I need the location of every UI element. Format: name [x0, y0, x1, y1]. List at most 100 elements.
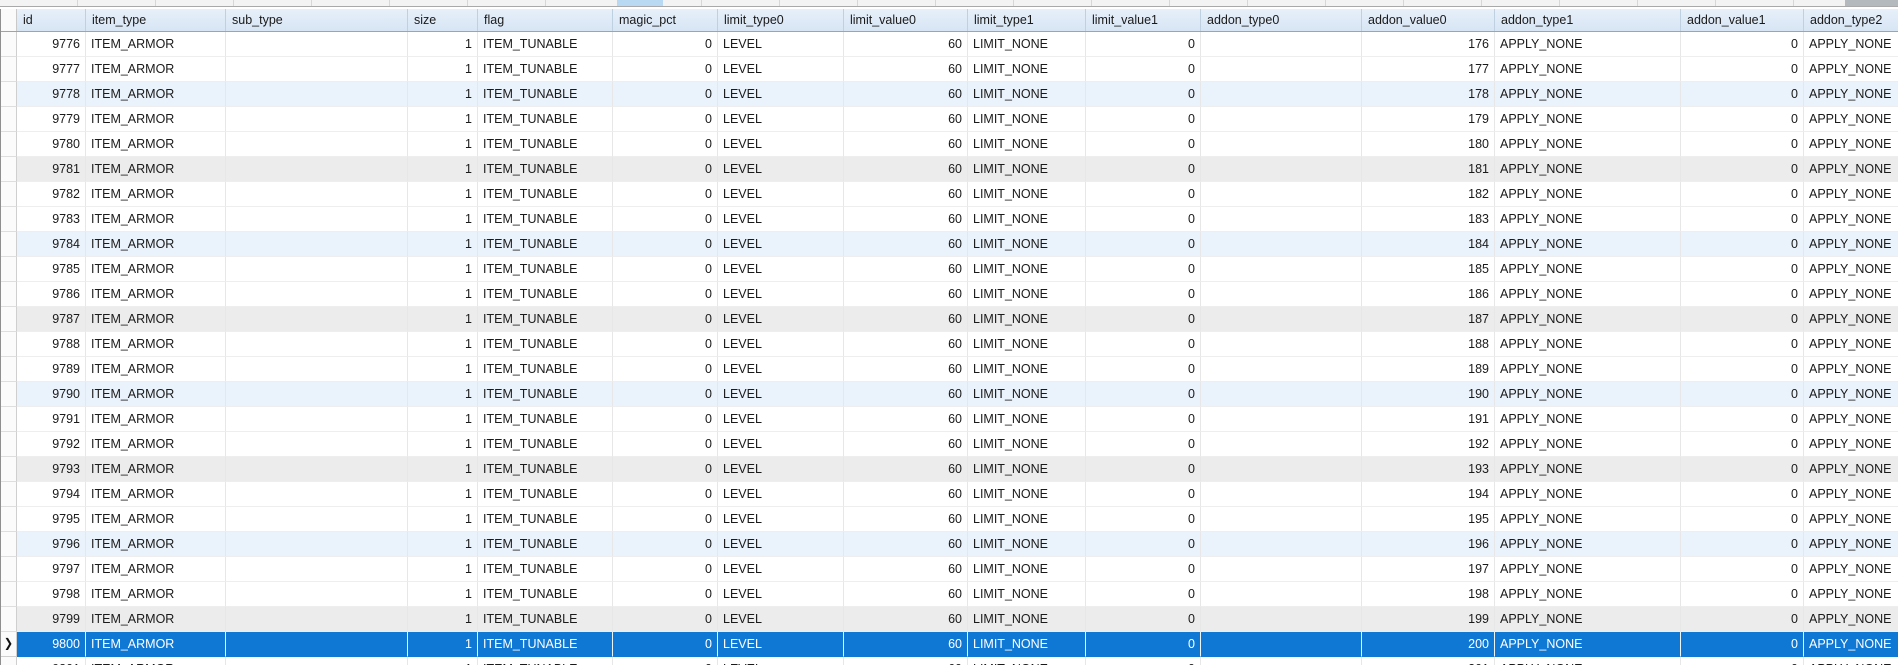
- cell-limit_type1[interactable]: LIMIT_NONE: [968, 632, 1086, 657]
- cell-limit_type1[interactable]: LIMIT_NONE: [968, 332, 1086, 357]
- cell-addon_type2[interactable]: APPLY_NONE: [1804, 507, 1898, 532]
- column-header-limit_type0[interactable]: limit_type0: [718, 9, 844, 31]
- cell-addon_type1[interactable]: APPLY_NONE: [1495, 432, 1681, 457]
- cell-addon_value1[interactable]: 0: [1681, 657, 1804, 665]
- cell-addon_type1[interactable]: APPLY_NONE: [1495, 82, 1681, 107]
- cell-limit_value1[interactable]: 0: [1086, 632, 1201, 657]
- cell-flag[interactable]: ITEM_TUNABLE: [478, 207, 613, 232]
- cell-sub_type[interactable]: [226, 57, 408, 82]
- table-row[interactable]: 9797 ITEM_ARMOR 1 ITEM_TUNABLE 0 LEVEL 60 LIMIT…: [1, 557, 1898, 582]
- row-selector[interactable]: [1, 382, 17, 407]
- cell-flag[interactable]: ITEM_TUNABLE: [478, 532, 613, 557]
- cell-limit_type0[interactable]: LEVEL: [718, 32, 844, 57]
- cell-magic_pct[interactable]: 0: [613, 657, 718, 665]
- cell-flag[interactable]: ITEM_TUNABLE: [478, 82, 613, 107]
- cell-addon_type1[interactable]: APPLY_NONE: [1495, 457, 1681, 482]
- cell-limit_value1[interactable]: 0: [1086, 232, 1201, 257]
- cell-limit_type0[interactable]: LEVEL: [718, 407, 844, 432]
- cell-sub_type[interactable]: [226, 32, 408, 57]
- row-selector[interactable]: [1, 582, 17, 607]
- cell-item_type[interactable]: ITEM_ARMOR: [86, 32, 226, 57]
- cell-limit_value0[interactable]: 60: [844, 232, 968, 257]
- cell-addon_type2[interactable]: APPLY_NONE: [1804, 257, 1898, 282]
- cell-addon_type0[interactable]: [1201, 357, 1362, 382]
- cell-sub_type[interactable]: [226, 207, 408, 232]
- cell-addon_type0[interactable]: [1201, 382, 1362, 407]
- cell-limit_type1[interactable]: LIMIT_NONE: [968, 357, 1086, 382]
- cell-id[interactable]: 9785: [17, 257, 86, 282]
- cell-flag[interactable]: ITEM_TUNABLE: [478, 607, 613, 632]
- cell-id[interactable]: 9779: [17, 107, 86, 132]
- cell-limit_value1[interactable]: 0: [1086, 182, 1201, 207]
- cell-limit_type1[interactable]: LIMIT_NONE: [968, 157, 1086, 182]
- cell-sub_type[interactable]: [226, 257, 408, 282]
- cell-flag[interactable]: ITEM_TUNABLE: [478, 232, 613, 257]
- cell-item_type[interactable]: ITEM_ARMOR: [86, 582, 226, 607]
- cell-limit_value1[interactable]: 0: [1086, 357, 1201, 382]
- cell-addon_type1[interactable]: APPLY_NONE: [1495, 557, 1681, 582]
- cell-addon_type2[interactable]: APPLY_NONE: [1804, 182, 1898, 207]
- cell-item_type[interactable]: ITEM_ARMOR: [86, 257, 226, 282]
- cell-limit_value0[interactable]: 60: [844, 307, 968, 332]
- cell-sub_type[interactable]: [226, 282, 408, 307]
- cell-sub_type[interactable]: [226, 482, 408, 507]
- column-header-flag[interactable]: flag: [478, 9, 613, 31]
- cell-addon_value0[interactable]: 183: [1362, 207, 1495, 232]
- cell-limit_value0[interactable]: 60: [844, 82, 968, 107]
- cell-addon_type0[interactable]: [1201, 307, 1362, 332]
- cell-addon_type2[interactable]: APPLY_NONE: [1804, 232, 1898, 257]
- table-row[interactable]: 9794 ITEM_ARMOR 1 ITEM_TUNABLE 0 LEVEL 60 LIMIT…: [1, 482, 1898, 507]
- cell-flag[interactable]: ITEM_TUNABLE: [478, 657, 613, 665]
- cell-addon_value0[interactable]: 199: [1362, 607, 1495, 632]
- cell-addon_type0[interactable]: [1201, 182, 1362, 207]
- cell-flag[interactable]: ITEM_TUNABLE: [478, 157, 613, 182]
- cell-addon_value1[interactable]: 0: [1681, 332, 1804, 357]
- cell-addon_value1[interactable]: 0: [1681, 382, 1804, 407]
- cell-addon_type1[interactable]: APPLY_NONE: [1495, 582, 1681, 607]
- cell-limit_type1[interactable]: LIMIT_NONE: [968, 257, 1086, 282]
- table-row[interactable]: 9777 ITEM_ARMOR 1 ITEM_TUNABLE 0 LEVEL 60 LIMIT…: [1, 57, 1898, 82]
- cell-size[interactable]: 1: [408, 632, 478, 657]
- cell-flag[interactable]: ITEM_TUNABLE: [478, 482, 613, 507]
- cell-limit_type1[interactable]: LIMIT_NONE: [968, 582, 1086, 607]
- cell-id[interactable]: 9801: [17, 657, 86, 665]
- cell-id[interactable]: 9777: [17, 57, 86, 82]
- row-selector[interactable]: [1, 332, 17, 357]
- cell-flag[interactable]: ITEM_TUNABLE: [478, 307, 613, 332]
- cell-limit_type0[interactable]: LEVEL: [718, 532, 844, 557]
- cell-limit_type0[interactable]: LEVEL: [718, 582, 844, 607]
- cell-limit_type1[interactable]: LIMIT_NONE: [968, 82, 1086, 107]
- cell-id[interactable]: 9786: [17, 282, 86, 307]
- cell-addon_value1[interactable]: 0: [1681, 632, 1804, 657]
- cell-addon_value1[interactable]: 0: [1681, 482, 1804, 507]
- cell-limit_value1[interactable]: 0: [1086, 382, 1201, 407]
- cell-addon_type0[interactable]: [1201, 532, 1362, 557]
- row-selector[interactable]: [1, 557, 17, 582]
- cell-flag[interactable]: ITEM_TUNABLE: [478, 432, 613, 457]
- table-row[interactable]: 9801ITEM_ARMOR1ITEM_TUNABLE0LEVEL60LIMIT…: [1, 657, 1898, 665]
- cell-addon_type1[interactable]: APPLY_NONE: [1495, 507, 1681, 532]
- column-header-addon_type1[interactable]: addon_type1: [1495, 9, 1681, 31]
- row-selector[interactable]: [1, 457, 17, 482]
- cell-magic_pct[interactable]: 0: [613, 282, 718, 307]
- table-row[interactable]: 9779 ITEM_ARMOR 1 ITEM_TUNABLE 0 LEVEL 60 LIMIT…: [1, 107, 1898, 132]
- cell-id[interactable]: 9798: [17, 582, 86, 607]
- cell-limit_type0[interactable]: LEVEL: [718, 507, 844, 532]
- strip-scroll-thumb[interactable]: [1845, 0, 1898, 6]
- cell-limit_value0[interactable]: 60: [844, 132, 968, 157]
- cell-id[interactable]: 9788: [17, 332, 86, 357]
- cell-addon_type1[interactable]: APPLY_NONE: [1495, 607, 1681, 632]
- cell-sub_type[interactable]: [226, 332, 408, 357]
- cell-size[interactable]: 1: [408, 182, 478, 207]
- cell-addon_type0[interactable]: [1201, 132, 1362, 157]
- row-selector[interactable]: [1, 282, 17, 307]
- cell-limit_type1[interactable]: LIMIT_NONE: [968, 207, 1086, 232]
- cell-item_type[interactable]: ITEM_ARMOR: [86, 432, 226, 457]
- row-selector[interactable]: [1, 482, 17, 507]
- cell-addon_value0[interactable]: 191: [1362, 407, 1495, 432]
- table-row[interactable]: 9781 ITEM_ARMOR 1 ITEM_TUNABLE 0 LEVEL 60 LIMIT…: [1, 157, 1898, 182]
- cell-addon_value1[interactable]: 0: [1681, 582, 1804, 607]
- cell-limit_type1[interactable]: LIMIT_NONE: [968, 532, 1086, 557]
- cell-limit_value1[interactable]: 0: [1086, 532, 1201, 557]
- cell-sub_type[interactable]: [226, 107, 408, 132]
